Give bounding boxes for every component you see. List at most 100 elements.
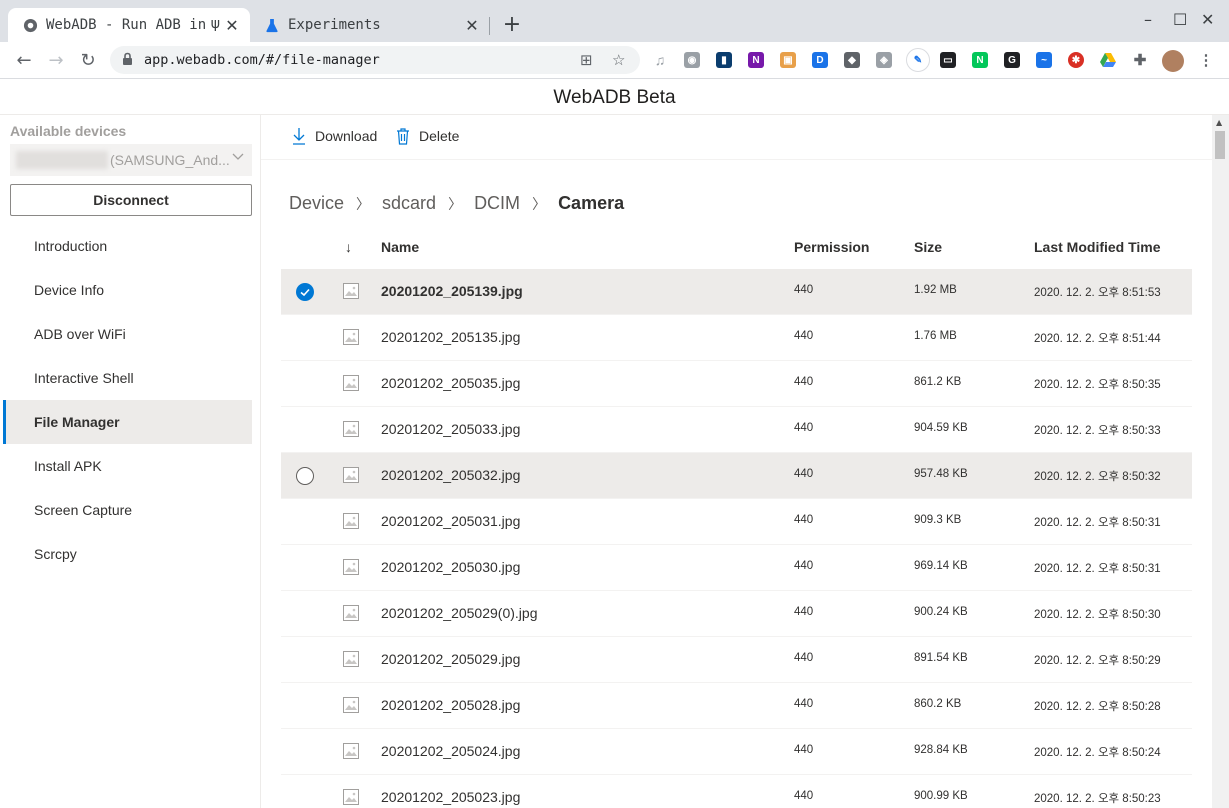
breadcrumb-sdcard[interactable]: sdcard [382,193,436,214]
scrollbar-thumb[interactable] [1215,131,1225,159]
sidebar-item-screen-capture[interactable]: Screen Capture [3,488,252,532]
bug-icon[interactable]: ✱ [1068,52,1084,68]
file-permission: 440 [794,514,814,526]
file-modified: 2020. 12. 2. 오후 8:50:29 [1034,655,1161,667]
chart-icon[interactable]: ▮ [716,52,732,68]
maximize-icon[interactable]: ☐ [1173,10,1187,29]
image-file-icon [343,513,359,529]
chevron-right-icon: 〉 [356,196,371,213]
sidebar-item-scrcpy[interactable]: Scrcpy [3,532,252,576]
column-name[interactable]: Name [381,239,419,255]
more-menu-icon[interactable]: ⋮ [1198,52,1214,69]
sort-arrow-icon[interactable]: ↓ [345,239,352,255]
wave-icon[interactable]: ~ [1036,52,1052,68]
file-name: 20201202_205032.jpg [381,467,521,483]
disconnect-button[interactable]: Disconnect [10,184,252,216]
sidebar-item-adb-over-wifi[interactable]: ADB over WiFi [3,312,252,356]
d-icon[interactable]: D [812,52,828,68]
image-file-icon [343,421,359,437]
sidebar-item-device-info[interactable]: Device Info [3,268,252,312]
table-row[interactable]: 20201202_205024.jpg 440 928.84 KB 2020. 12.… [281,729,1192,775]
g-icon[interactable]: G [1004,52,1020,68]
file-permission: 440 [794,468,814,480]
table-row[interactable]: 20201202_205135.jpg 440 1.76 MB 2020. 12. 2… [281,315,1192,361]
pen-icon[interactable]: ✎ [906,48,930,72]
breadcrumb-dcim[interactable]: DCIM [474,193,520,214]
file-list-header: ↓ Name Permission Size Last Modified Tim… [281,227,1192,269]
table-row[interactable]: 20201202_205029.jpg 440 891.54 KB 2020. 12.… [281,637,1192,683]
file-size: 904.59 KB [914,422,968,434]
delete-button[interactable]: Delete [395,127,459,145]
puzzle-icon[interactable]: ✚ [1132,52,1148,69]
table-row[interactable]: 20201202_205031.jpg 440 909.3 KB 2020. 12. … [281,499,1192,545]
file-size: 891.54 KB [914,652,968,664]
sidebar-item-interactive-shell[interactable]: Interactive Shell [3,356,252,400]
table-row[interactable]: 20201202_205030.jpg 440 969.14 KB 2020. 12.… [281,545,1192,591]
file-name: 20201202_205139.jpg [381,283,523,299]
table-row[interactable]: 20201202_205023.jpg 440 900.99 KB 2020. 12.… [281,775,1192,808]
shield-icon[interactable]: ◈ [876,52,892,68]
minimize-icon[interactable]: – [1144,10,1152,29]
translate-icon[interactable]: ⊞ [580,51,593,69]
drive-icon[interactable] [1100,52,1116,68]
column-size[interactable]: Size [914,239,942,255]
address-bar[interactable]: app.webadb.com/#/file-manager ⊞ ☆ [110,46,640,74]
trash-icon [395,127,411,145]
redacted-serial [16,151,108,169]
file-size: 900.24 KB [914,606,968,618]
file-size: 900.99 KB [914,790,968,802]
table-row[interactable]: 20201202_205028.jpg 440 860.2 KB 2020. 12. … [281,683,1192,729]
column-modified[interactable]: Last Modified Time [1034,239,1161,255]
avatar[interactable] [1162,50,1184,72]
device-select[interactable]: (SAMSUNG_And... [10,144,252,176]
column-permission[interactable]: Permission [794,239,869,255]
table-row[interactable]: 20201202_205035.jpg 440 861.2 KB 2020. 12. … [281,361,1192,407]
bell-icon[interactable]: ♫ [652,52,668,68]
pip-icon[interactable]: ▭ [940,52,956,68]
sidebar-item-file-manager[interactable]: File Manager [3,400,252,444]
scrollbar[interactable]: ▲ [1212,115,1229,808]
available-devices-label: Available devices [10,123,127,139]
window-close-icon[interactable]: ✕ [1201,10,1214,29]
sidebar-item-install-apk[interactable]: Install APK [3,444,252,488]
row-checkbox[interactable] [296,467,314,485]
file-permission: 440 [794,652,814,664]
download-button[interactable]: Download [291,127,377,145]
table-row[interactable]: 20201202_205032.jpg 440 957.48 KB 2020. 12.… [281,453,1192,499]
tab-title: WebADB - Run ADB in [46,17,206,33]
file-size: 860.2 KB [914,698,962,710]
new-tab-button[interactable]: + [500,12,524,37]
bookmark-star-icon[interactable]: ☆ [612,51,625,69]
table-row[interactable]: 20201202_205029(0).jpg 440 900.24 KB 2020. … [281,591,1192,637]
file-name: 20201202_205031.jpg [381,513,521,529]
close-tab-icon[interactable]: ✕ [462,15,482,35]
onenote-icon[interactable]: N [748,52,764,68]
sidebar-item-introduction[interactable]: Introduction [3,224,252,268]
scroll-up-icon[interactable]: ▲ [1216,118,1222,127]
close-tab-icon[interactable]: ✕ [222,15,242,35]
image-file-icon [343,605,359,621]
box-icon[interactable]: ▣ [780,52,796,68]
globe-icon [22,17,38,33]
camera-icon[interactable]: ◉ [684,52,700,68]
forward-icon[interactable]: → [44,48,68,72]
reload-icon[interactable]: ↻ [76,48,100,72]
image-file-icon [343,651,359,667]
file-modified: 2020. 12. 2. 오후 8:50:30 [1034,609,1161,621]
n-icon[interactable]: N [972,52,988,68]
tab-webadb[interactable]: WebADB - Run ADB in ψ ✕ [8,8,250,42]
file-name: 20201202_205029(0).jpg [381,605,538,621]
checkmark-icon[interactable] [296,283,314,301]
table-row[interactable]: 20201202_205139.jpg 440 1.92 MB 2020. 12. 2… [281,269,1192,315]
app-title: WebADB Beta [0,80,1229,115]
back-icon[interactable]: ← [12,48,36,72]
cube-icon[interactable]: ◆ [844,52,860,68]
table-row[interactable]: 20201202_205033.jpg 440 904.59 KB 2020. 12.… [281,407,1192,453]
file-modified: 2020. 12. 2. 오후 8:50:31 [1034,563,1161,575]
tab-title: Experiments [288,17,381,33]
breadcrumb-device[interactable]: Device [289,193,344,214]
lock-icon [122,52,133,71]
file-name: 20201202_205030.jpg [381,559,521,575]
file-permission: 440 [794,560,814,572]
tab-experiments[interactable]: Experiments ✕ [258,8,490,42]
